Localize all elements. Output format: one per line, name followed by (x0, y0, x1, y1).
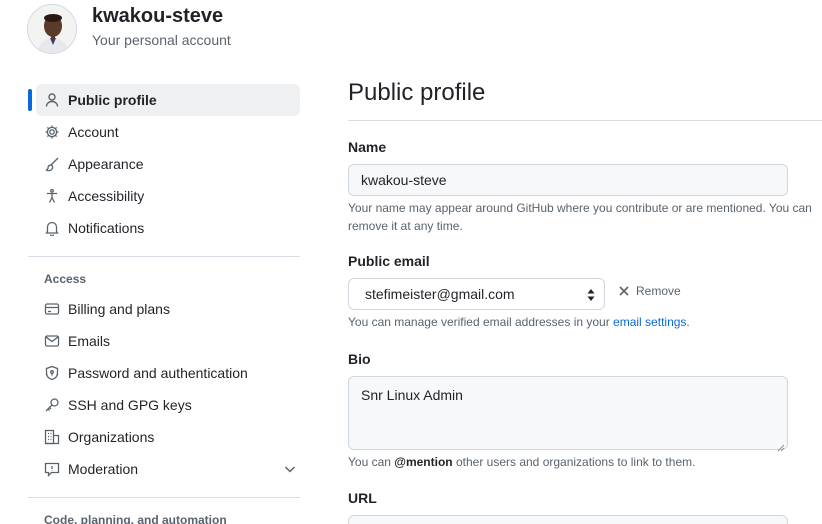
sidebar-item-label: Moderation (68, 461, 139, 477)
name-note: Your name may appear around GitHub where… (348, 201, 812, 233)
settings-sidebar: Public profile Account Appearance Access… (28, 84, 300, 524)
organization-icon (44, 429, 60, 445)
mention-text: @mention (394, 455, 453, 469)
key-icon (44, 397, 60, 413)
sidebar-divider (28, 256, 300, 257)
email-note: You can manage verified email addresses … (348, 313, 818, 331)
remove-email-button[interactable]: Remove (618, 284, 681, 298)
sidebar-item-ssh-gpg[interactable]: SSH and GPG keys (36, 389, 300, 421)
url-field[interactable] (348, 515, 788, 524)
person-icon (44, 92, 60, 108)
email-note-suffix: . (686, 315, 690, 329)
title-divider (348, 120, 822, 121)
sidebar-section-code: Code, planning, and automation (44, 513, 227, 524)
public-email-value: stefimeister@gmail.com (365, 286, 515, 302)
name-field-value: kwakou-steve (361, 172, 447, 188)
sidebar-section-access: Access (44, 272, 87, 286)
sidebar-item-public-profile[interactable]: Public profile (28, 84, 300, 116)
url-label: URL (348, 490, 377, 506)
close-icon (619, 286, 629, 296)
sidebar-item-label: Public profile (68, 92, 157, 108)
sidebar-item-notifications[interactable]: Notifications (36, 212, 300, 244)
sidebar-item-emails[interactable]: Emails (36, 325, 300, 357)
report-icon (44, 461, 60, 477)
page-title: Public profile (348, 79, 486, 106)
name-field[interactable]: kwakou-steve (348, 164, 788, 196)
bio-note-suffix: other users and organizations to link to… (452, 455, 696, 469)
gear-icon (44, 124, 60, 140)
sidebar-item-label: Emails (68, 333, 111, 349)
sidebar-item-label: Appearance (68, 156, 144, 172)
select-arrows-icon (586, 287, 596, 303)
sidebar-item-label: Organizations (68, 429, 155, 445)
email-settings-link[interactable]: email settings (613, 315, 686, 329)
active-indicator (28, 89, 32, 111)
sidebar-item-billing[interactable]: Billing and plans (36, 293, 300, 325)
bell-icon (44, 220, 60, 236)
sidebar-divider (28, 497, 300, 498)
sidebar-item-moderation[interactable]: Moderation (36, 453, 300, 485)
sidebar-item-label: Password and authentication (68, 365, 248, 381)
name-label: Name (348, 139, 387, 155)
public-email-select[interactable]: stefimeister@gmail.com (348, 278, 605, 310)
account-name[interactable]: kwakou-steve (92, 5, 223, 28)
remove-label: Remove (636, 284, 681, 298)
sidebar-item-label: SSH and GPG keys (68, 397, 192, 413)
bio-value: Snr Linux Admin (361, 387, 463, 403)
email-note-text: You can manage verified email addresses … (348, 315, 614, 329)
sidebar-item-organizations[interactable]: Organizations (36, 421, 300, 453)
bio-textarea[interactable]: Snr Linux Admin (348, 376, 788, 452)
public-email-label: Public email (348, 253, 430, 269)
bio-note: You can @mention other users and organiz… (348, 453, 818, 471)
sidebar-item-password[interactable]: Password and authentication (36, 357, 300, 389)
shield-lock-icon (44, 365, 60, 381)
sidebar-item-label: Account (68, 124, 119, 140)
sidebar-item-appearance[interactable]: Appearance (36, 148, 300, 180)
sidebar-item-label: Notifications (68, 220, 145, 236)
account-subtitle: Your personal account (92, 32, 231, 48)
chevron-down-icon[interactable] (282, 461, 298, 477)
sidebar-item-label: Accessibility (68, 188, 145, 204)
paintbrush-icon (44, 156, 60, 172)
sidebar-item-account[interactable]: Account (36, 116, 300, 148)
sidebar-item-accessibility[interactable]: Accessibility (36, 180, 300, 212)
mail-icon (44, 333, 60, 349)
bio-label: Bio (348, 351, 371, 367)
resize-handle-icon[interactable] (777, 439, 785, 452)
sidebar-item-label: Billing and plans (68, 301, 170, 317)
credit-card-icon (44, 301, 60, 317)
accessibility-icon (44, 188, 60, 204)
bio-note-text: You can (348, 455, 395, 469)
avatar[interactable] (27, 4, 77, 54)
